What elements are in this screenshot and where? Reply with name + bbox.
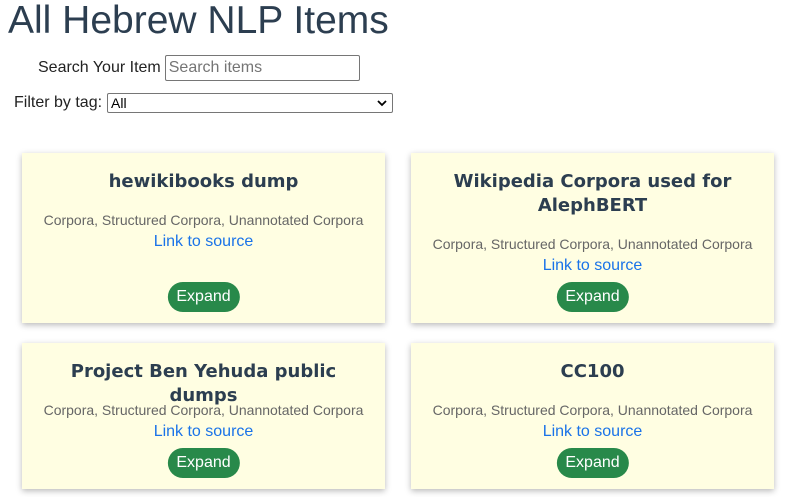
source-link[interactable]: Link to source	[411, 423, 774, 441]
search-row: Search Your Item	[38, 53, 360, 83]
source-link[interactable]: Link to source	[411, 257, 774, 275]
source-link[interactable]: Link to source	[22, 423, 385, 441]
expand-button[interactable]: Expand	[556, 448, 629, 478]
filter-label: Filter by tag:	[14, 93, 103, 111]
tag-filter-select[interactable]: All	[107, 92, 394, 113]
expand-button[interactable]: Expand	[556, 282, 629, 312]
item-card: Wikipedia Corpora used for AlephBERT Cor…	[411, 153, 774, 323]
tag-filter-selected-value: All	[111, 94, 127, 111]
card-title: CC100	[560, 361, 625, 382]
search-input[interactable]	[164, 55, 360, 81]
card-tags: Corpora, Structured Corpora, Unannotated…	[432, 402, 753, 418]
item-card: Project Ben Yehuda public dumps Corpora,…	[22, 343, 385, 489]
item-card: CC100 Corpora, Structured Corpora, Unann…	[411, 343, 774, 489]
card-tags: Corpora, Structured Corpora, Unannotated…	[43, 402, 364, 418]
card-tags: Corpora, Structured Corpora, Unannotated…	[43, 212, 364, 228]
expand-button[interactable]: Expand	[167, 448, 240, 478]
page: All Hebrew NLP Items Search Your Item Fi…	[0, 0, 796, 497]
item-card: hewikibooks dump Corpora, Structured Cor…	[22, 153, 385, 323]
card-title: Wikipedia Corpora used for AlephBERT	[453, 171, 732, 216]
card-title: Project Ben Yehuda public dumps	[70, 361, 337, 406]
filter-row: Filter by tag: All	[14, 92, 394, 113]
card-tags: Corpora, Structured Corpora, Unannotated…	[432, 236, 753, 252]
page-title: All Hebrew NLP Items	[8, 0, 389, 42]
search-label: Search Your Item	[38, 59, 161, 76]
expand-button[interactable]: Expand	[167, 282, 240, 312]
source-link[interactable]: Link to source	[22, 233, 385, 251]
card-title: hewikibooks dump	[108, 171, 299, 192]
chevron-down-icon	[377, 99, 387, 106]
